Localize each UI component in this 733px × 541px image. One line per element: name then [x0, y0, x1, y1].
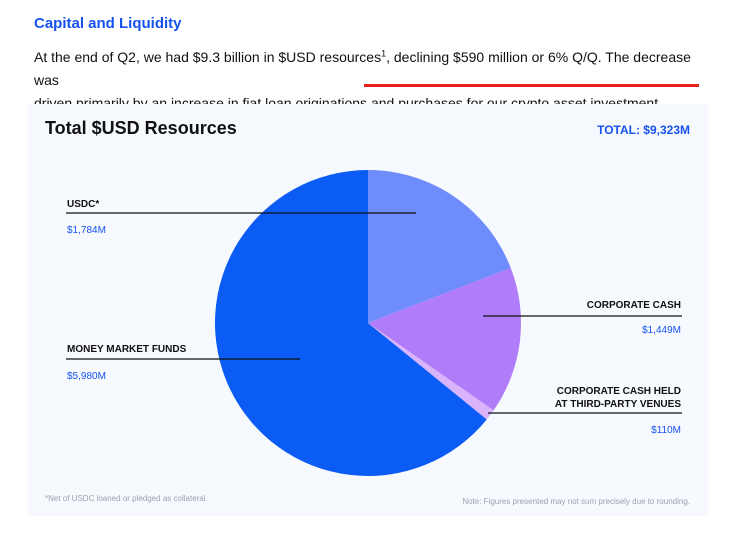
usdc-value: $1,784M [67, 225, 106, 236]
footnote: *Net of USDC loaned or pledged as collat… [45, 494, 208, 503]
third-label-line1: CORPORATE CASH HELD [556, 386, 681, 397]
pie-chart [66, 170, 682, 476]
third-value: $110M [651, 425, 681, 436]
mmf-label: MONEY MARKET FUNDS [67, 344, 187, 355]
third-label-line2: AT THIRD-PARTY VENUES [554, 399, 681, 410]
corp-value: $1,449M [642, 325, 681, 336]
mmf-value: $5,980M [67, 371, 106, 382]
usdc-label: USDC* [67, 199, 100, 210]
rounding-note: Note: Figures presented may not sum prec… [462, 497, 690, 506]
corp-label: CORPORATE CASH [586, 300, 681, 311]
